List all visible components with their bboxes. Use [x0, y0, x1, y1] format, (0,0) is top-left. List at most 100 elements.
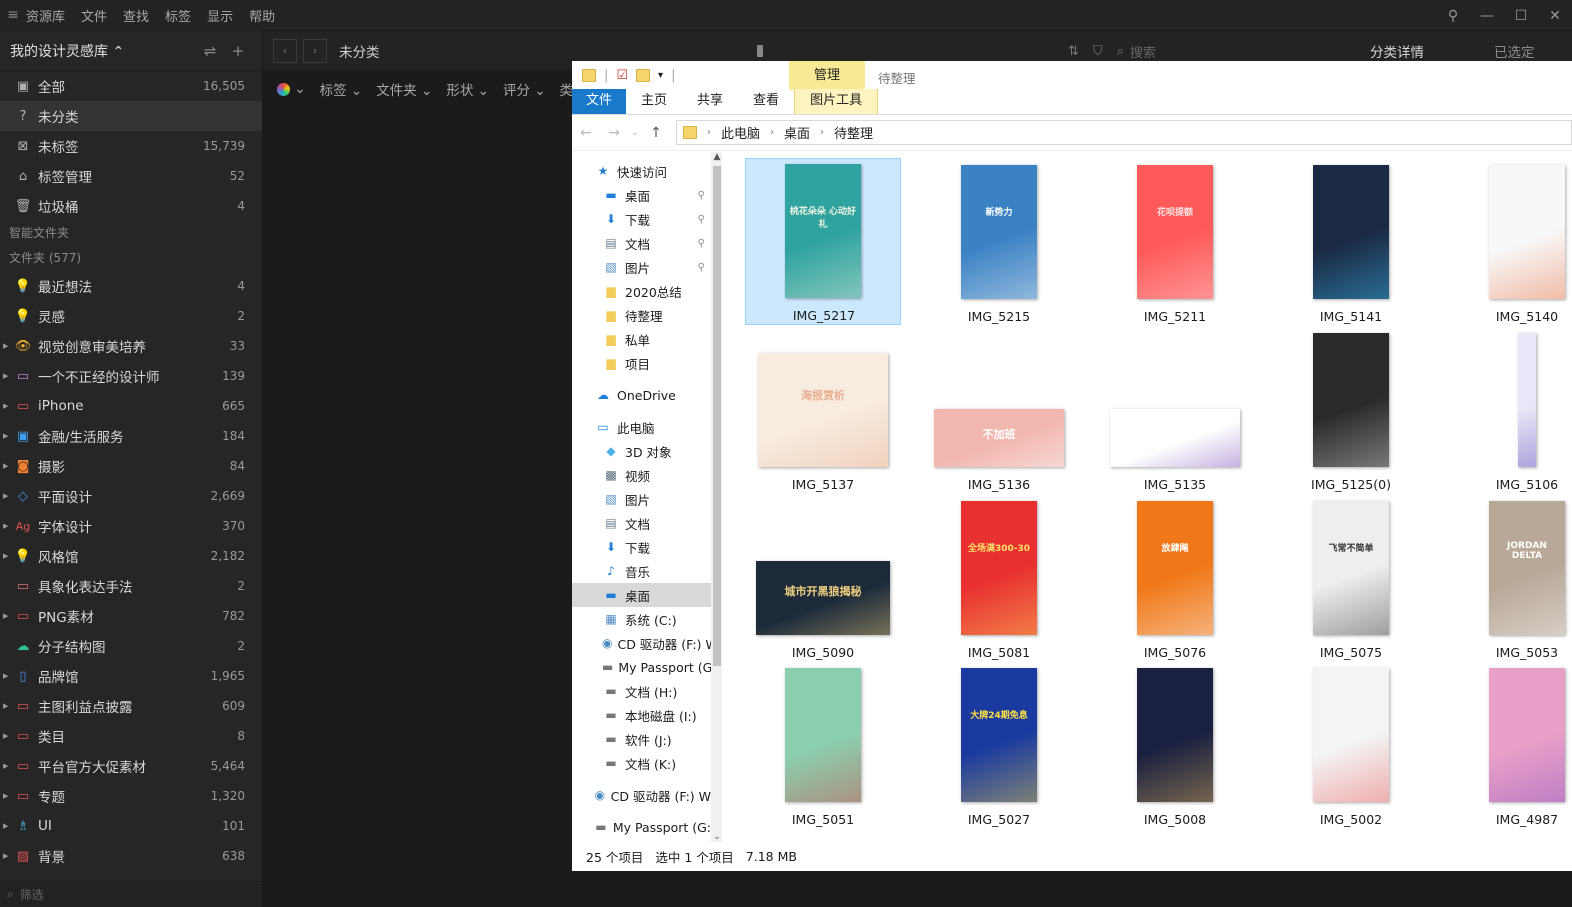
folder-item[interactable]: ▶ ▭ 类目 8	[0, 721, 262, 751]
nav-item[interactable]: ◆ 3D 对象	[572, 439, 711, 463]
file-item[interactable]: 新势力 IMG_5215	[921, 158, 1077, 325]
search-input[interactable]: 搜索	[1130, 42, 1156, 61]
pin-icon[interactable]: ⚲	[1436, 8, 1470, 24]
folder-item[interactable]: ▶ ▭ PNG素材 782	[0, 601, 262, 631]
folder-item[interactable]: ▶ ▯ 品牌馆 1,965	[0, 661, 262, 691]
folder-item[interactable]: 💡 灵感 2	[0, 301, 262, 331]
menu-file[interactable]: 文件	[81, 6, 107, 25]
customize-toolbar-icon[interactable]: ▾	[658, 70, 663, 81]
filter-folders[interactable]: 文件夹 ⌄	[376, 79, 432, 99]
new-folder-icon[interactable]	[636, 69, 651, 82]
nav-item[interactable]: ▆ 私单	[572, 327, 711, 351]
pin-icon[interactable]: ⚲	[698, 214, 705, 225]
nav-item[interactable]: ▆ 2020总结	[572, 279, 711, 303]
expand-arrow-icon[interactable]: ▶	[3, 822, 8, 830]
expand-arrow-icon[interactable]: ▶	[3, 732, 8, 740]
expand-arrow-icon[interactable]: ▶	[3, 522, 8, 530]
folder-item[interactable]: ▶ Ag 字体设计 370	[0, 511, 262, 541]
pin-icon[interactable]: ⚲	[698, 238, 705, 249]
nav-item[interactable]: ☁ OneDrive	[572, 383, 711, 407]
file-item[interactable]: JORDAN DELTA IMG_5053	[1449, 494, 1572, 661]
tab-picture-tools[interactable]: 图片工具	[794, 89, 879, 114]
menu-tags[interactable]: 标签	[165, 6, 191, 25]
sidebar-item[interactable]: ⌂ 标签管理 52	[0, 161, 262, 191]
nav-item[interactable]: ▬ 桌面	[572, 583, 711, 607]
folder-item[interactable]: ▶ 💡 风格馆 2,182	[0, 541, 262, 571]
folder-item[interactable]: ▭ 具象化表达手法 2	[0, 571, 262, 601]
file-item[interactable]: IMG_5135	[1097, 326, 1253, 493]
file-item[interactable]: IMG_5140	[1449, 158, 1572, 325]
nav-item[interactable]: ▬ 软件 (J:)	[572, 727, 711, 751]
nav-item[interactable]: ▤ 文档	[572, 511, 711, 535]
expand-arrow-icon[interactable]: ▶	[3, 852, 8, 860]
file-item[interactable]: IMG_5008	[1097, 661, 1253, 828]
path-to-organize[interactable]: 待整理	[834, 123, 873, 142]
properties-icon[interactable]: ☑	[616, 68, 628, 83]
expand-arrow-icon[interactable]: ▶	[3, 432, 8, 440]
folders-title[interactable]: 文件夹 (577)	[0, 246, 262, 271]
expand-arrow-icon[interactable]: ▶	[3, 402, 8, 410]
search-icon[interactable]: ⌕	[1117, 44, 1124, 59]
folder-item[interactable]: ▶ ◙ 摄影 84	[0, 451, 262, 481]
tab-view[interactable]: 查看	[738, 89, 794, 114]
sidebar-item[interactable]: ? 未分类	[0, 101, 262, 131]
nav-item[interactable]: ▬ 桌面 ⚲	[572, 183, 711, 207]
nav-item[interactable]: ▆ 项目	[572, 351, 711, 375]
sidebar-item[interactable]: ⊠ 未标签 15,739	[0, 131, 262, 161]
file-item[interactable]: 全场满300-30 IMG_5081	[921, 494, 1077, 661]
address-bar[interactable]: › 此电脑 › 桌面 › 待整理	[676, 120, 1572, 145]
zoom-slider-handle[interactable]	[757, 45, 763, 57]
file-item[interactable]: IMG_4987	[1449, 661, 1572, 828]
folder-item[interactable]: ☁ 分子结构图 2	[0, 631, 262, 661]
up-arrow-icon[interactable]: ↑	[642, 125, 670, 141]
expand-arrow-icon[interactable]: ▶	[3, 762, 8, 770]
tab-selected[interactable]: 已选定	[1494, 41, 1535, 61]
expand-arrow-icon[interactable]: ▶	[3, 552, 8, 560]
tab-category-details[interactable]: 分类详情	[1370, 41, 1424, 61]
sidebar-item[interactable]: 🗑 垃圾桶 4	[0, 191, 262, 221]
expand-arrow-icon[interactable]: ▶	[3, 342, 8, 350]
sidebar-item[interactable]: ▣ 全部 16,505	[0, 71, 262, 101]
file-item[interactable]: 城市开黑狼揭秘 IMG_5090	[745, 494, 901, 661]
nav-item[interactable]: ◉ CD 驱动器 (F:) W	[572, 783, 711, 807]
tab-home[interactable]: 主页	[626, 89, 682, 114]
tab-file[interactable]: 文件	[572, 89, 627, 114]
menu-library[interactable]: 资源库	[26, 6, 65, 25]
smart-folders-title[interactable]: 智能文件夹	[0, 221, 262, 246]
folder-item[interactable]: ▶ ▨ 背景 638	[0, 841, 262, 871]
expand-arrow-icon[interactable]: ▶	[3, 702, 8, 710]
recent-locations-icon[interactable]: ⌄	[628, 128, 642, 138]
file-item[interactable]: IMG_5141	[1273, 158, 1429, 325]
expand-arrow-icon[interactable]: ▶	[3, 672, 8, 680]
nav-item[interactable]: ▤ 文档 ⚲	[572, 231, 711, 255]
file-item[interactable]: 海报赏析 IMG_5137	[745, 326, 901, 493]
tab-share[interactable]: 共享	[682, 89, 738, 114]
folder-item[interactable]: 💡 最近想法 4	[0, 271, 262, 301]
maximize-button[interactable]: ☐	[1504, 8, 1538, 24]
folder-item[interactable]: ▶ ♗ UI 101	[0, 811, 262, 841]
menu-help[interactable]: 帮助	[249, 6, 275, 25]
nav-item[interactable]: ▬ 文档 (H:)	[572, 679, 711, 703]
file-item[interactable]: 桃花朵朵 心动好礼 IMG_5217	[745, 158, 901, 325]
filter-rating[interactable]: 评分 ⌄	[503, 79, 546, 99]
nav-item[interactable]: ▬ 本地磁盘 (I:)	[572, 703, 711, 727]
add-icon[interactable]: +	[224, 42, 252, 60]
scroll-down-icon[interactable]: ⌄	[711, 832, 722, 842]
nav-item[interactable]: ▩ 视频	[572, 463, 711, 487]
file-item[interactable]: 大牌24期免息 IMG_5027	[921, 661, 1077, 828]
nav-item[interactable]: ⬇ 下载	[572, 535, 711, 559]
pin-icon[interactable]: ⚲	[698, 190, 705, 201]
hamburger-menu-icon[interactable]: ≡	[0, 7, 26, 23]
folder-item[interactable]: ▶ ▭ 一个不正经的设计师 139	[0, 361, 262, 391]
file-item[interactable]: IMG_5106	[1449, 326, 1572, 493]
forward-button[interactable]: ›	[303, 38, 327, 63]
filter-shape[interactable]: 形状 ⌄	[446, 79, 489, 99]
filter-tags[interactable]: 标签 ⌄	[320, 79, 363, 99]
folder-item[interactable]: ▶ ▭ 平台官方大促素材 5,464	[0, 751, 262, 781]
nav-item[interactable]: ▧ 图片 ⚲	[572, 255, 711, 279]
close-button[interactable]: ✕	[1538, 8, 1572, 24]
path-desktop[interactable]: 桌面	[784, 123, 810, 142]
file-item[interactable]: 不加班 IMG_5136	[921, 326, 1077, 493]
nav-item[interactable]: ⬇ 下载 ⚲	[572, 207, 711, 231]
file-item[interactable]: IMG_5051	[745, 661, 901, 828]
